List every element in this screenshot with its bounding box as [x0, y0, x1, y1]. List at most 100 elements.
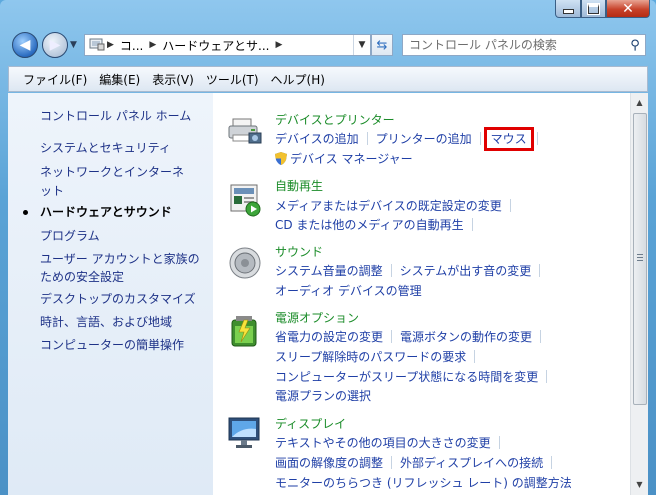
display-links-row-2: 画面の解像度の調整 外部ディスプレイへの接続 — [275, 453, 560, 473]
display-links-row-1: テキストやその他の項目の大きさの変更 — [275, 433, 508, 453]
control-panel-icon — [85, 37, 105, 54]
screen-resolution-link[interactable]: 画面の解像度の調整 — [275, 456, 383, 470]
link-divider — [479, 132, 481, 145]
power-settings-link[interactable]: 省電力の設定の変更 — [275, 330, 383, 344]
power-options-icon — [227, 312, 263, 348]
refresh-button[interactable]: ⇆ — [371, 34, 393, 56]
mouse-link[interactable]: マウス — [483, 127, 534, 151]
sidebar-item-clock-language[interactable]: 時計、言語、および地域 — [40, 313, 172, 332]
back-arrow-icon: ◀ — [19, 37, 31, 53]
caption-buttons: ✕ — [555, 0, 650, 18]
sidebar-item-appearance[interactable]: デスクトップのカスタマイズ — [40, 290, 196, 309]
link-divider — [536, 132, 538, 145]
menu-help[interactable]: ヘルプ(H) — [271, 71, 325, 88]
autoplay-icon — [227, 181, 263, 217]
maximize-icon — [587, 2, 600, 15]
display-links-row-3: モニターのちらつき (リフレッシュ レート) の調整方法 — [275, 473, 572, 493]
sidebar-item-network-internet-cont[interactable]: ット — [40, 182, 64, 201]
category-title-autoplay[interactable]: 自動再生 — [275, 177, 323, 195]
window-frame: ✕ ◀ ▶ ▼ ▶ コ... ▶ ハードウェアとサ... ▶ ▼ ⇆ コントロー… — [0, 0, 656, 495]
menu-view[interactable]: 表示(V) — [152, 71, 194, 88]
navigation-bar: ◀ ▶ ▼ ▶ コ... ▶ ハードウェアとサ... ▶ ▼ ⇆ コントロール … — [10, 30, 646, 64]
sidebar-item-programs[interactable]: プログラム — [40, 227, 100, 246]
sleep-time-link[interactable]: コンピューターがスリープ状態になる時間を変更 — [275, 370, 538, 384]
scroll-grip-icon — [637, 254, 643, 261]
sidebar-item-ease-of-access[interactable]: コンピューターの簡単操作 — [40, 336, 184, 355]
text-size-link[interactable]: テキストやその他の項目の大きさの変更 — [275, 436, 491, 450]
device-manager-link[interactable]: デバイス マネージャー — [290, 152, 413, 166]
scrollbar-thumb[interactable] — [633, 113, 647, 405]
add-device-link[interactable]: デバイスの追加 — [275, 132, 359, 146]
menu-tools[interactable]: ツール(T) — [206, 71, 259, 88]
forward-arrow-icon: ▶ — [49, 37, 61, 53]
forward-button[interactable]: ▶ — [42, 32, 68, 58]
manage-audio-devices-link[interactable]: オーディオ デバイスの管理 — [275, 284, 422, 298]
link-divider — [498, 436, 500, 449]
autoplay-links-row-2: CD または他のメディアの自動再生 — [275, 215, 481, 235]
link-divider — [539, 264, 541, 277]
search-box[interactable]: ⚲ — [402, 34, 646, 56]
uac-shield-icon — [275, 151, 287, 165]
close-button[interactable]: ✕ — [606, 0, 650, 18]
power-links-row-1: 省電力の設定の変更 電源ボタンの動作の変更 — [275, 327, 549, 347]
adjust-volume-link[interactable]: システム音量の調整 — [275, 264, 383, 278]
power-links-row-3: コンピューターがスリープ状態になる時間を変更 — [275, 367, 555, 387]
link-divider — [390, 264, 392, 277]
power-plan-link[interactable]: 電源プランの選択 — [275, 389, 371, 403]
sidebar-item-user-accounts[interactable]: ユーザー アカウントと家族の — [40, 250, 200, 269]
menu-edit[interactable]: 編集(E) — [99, 71, 140, 88]
link-divider — [509, 199, 511, 212]
category-title-display[interactable]: ディスプレイ — [275, 415, 346, 433]
active-bullet-icon — [23, 210, 28, 215]
sidebar-item-system-security[interactable]: システムとセキュリティ — [40, 139, 171, 158]
refresh-icon: ⇆ — [376, 37, 388, 53]
sound-links-row-1: システム音量の調整 システムが出す音の変更 — [275, 261, 548, 281]
back-button[interactable]: ◀ — [12, 32, 38, 58]
autoplay-links-row-1: メディアまたはデバイスの既定設定の変更 — [275, 196, 519, 216]
category-title-devices[interactable]: デバイスとプリンター — [275, 111, 395, 129]
breadcrumb-separator-icon[interactable]: ▶ — [274, 40, 285, 50]
power-links-row-2: スリープ解除時のパスワードの要求 — [275, 347, 483, 367]
menu-file[interactable]: ファイル(F) — [23, 71, 87, 88]
refresh-rate-link[interactable]: モニターのちらつき (リフレッシュ レート) の調整方法 — [275, 476, 572, 490]
history-dropdown-icon[interactable]: ▼ — [70, 40, 77, 50]
maximize-button[interactable] — [581, 0, 606, 18]
external-display-link[interactable]: 外部ディスプレイへの接続 — [400, 456, 543, 470]
scroll-down-icon[interactable]: ▼ — [631, 476, 648, 493]
vertical-scrollbar[interactable]: ▲ ▼ — [630, 93, 648, 495]
link-divider — [391, 330, 393, 343]
minimize-button[interactable] — [555, 0, 581, 18]
cd-autoplay-link[interactable]: CD または他のメディアの自動再生 — [275, 218, 464, 232]
menu-bar: ファイル(F) 編集(E) 表示(V) ツール(T) ヘルプ(H) — [8, 66, 648, 92]
scroll-up-icon[interactable]: ▲ — [631, 94, 648, 111]
device-manager-row: デバイス マネージャー — [275, 149, 413, 169]
sidebar-item-hardware-sound: ハードウェアとサウンド — [40, 205, 172, 219]
category-title-sound[interactable]: サウンド — [275, 243, 323, 261]
category-title-power[interactable]: 電源オプション — [275, 309, 359, 327]
power-button-link[interactable]: 電源ボタンの動作の変更 — [400, 330, 532, 344]
search-icon[interactable]: ⚲ — [625, 38, 645, 53]
breadcrumb-control-panel[interactable]: コ... — [116, 37, 147, 54]
change-media-defaults-link[interactable]: メディアまたはデバイスの既定設定の変更 — [275, 199, 502, 213]
sidebar-item-network-internet[interactable]: ネットワークとインターネ — [40, 163, 184, 182]
wake-password-link[interactable]: スリープ解除時のパスワードの要求 — [275, 350, 466, 364]
breadcrumb-separator-icon[interactable]: ▶ — [105, 40, 116, 50]
change-system-sounds-link[interactable]: システムが出す音の変更 — [400, 264, 532, 278]
add-printer-link[interactable]: プリンターの追加 — [376, 132, 472, 146]
close-icon: ✕ — [622, 0, 634, 17]
breadcrumb-separator-icon[interactable]: ▶ — [147, 40, 158, 50]
address-bar[interactable]: ▶ コ... ▶ ハードウェアとサ... ▶ ▼ — [84, 34, 371, 56]
sidebar-home-link[interactable]: コントロール パネル ホーム — [40, 107, 191, 126]
breadcrumb-hardware-sound[interactable]: ハードウェアとサ... — [158, 37, 273, 54]
link-divider — [391, 456, 393, 469]
search-input[interactable] — [403, 37, 625, 53]
sound-links-row-2: オーディオ デバイスの管理 — [275, 281, 422, 301]
link-divider — [471, 218, 473, 231]
sidebar-item-user-accounts-cont[interactable]: ための安全設定 — [40, 268, 124, 287]
link-divider — [366, 132, 368, 145]
sidebar: コントロール パネル ホーム システムとセキュリティ ネットワークとインターネ … — [8, 93, 213, 495]
link-divider — [551, 456, 553, 469]
power-links-row-4: 電源プランの選択 — [275, 386, 371, 406]
address-dropdown-icon[interactable]: ▼ — [353, 35, 370, 55]
link-divider — [540, 330, 542, 343]
